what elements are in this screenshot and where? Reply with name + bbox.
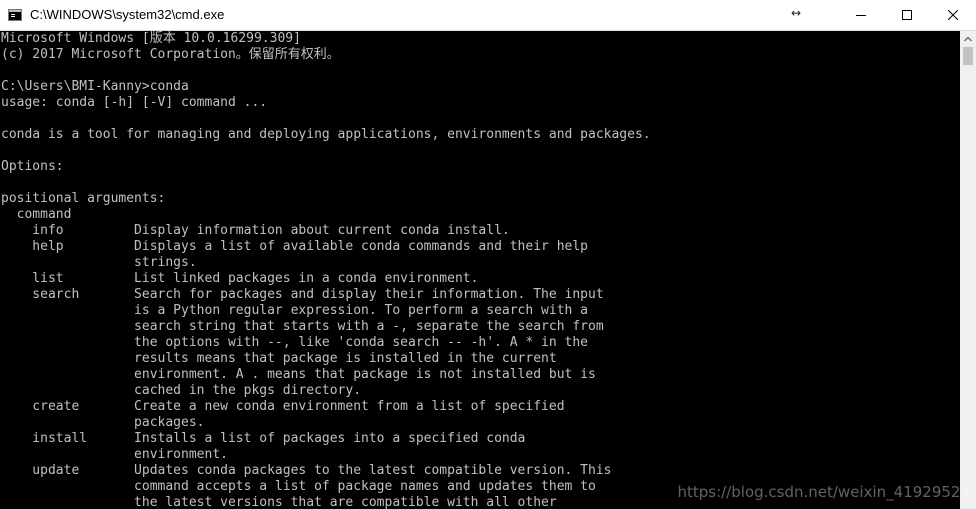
close-button[interactable]	[930, 0, 976, 30]
console-line: create Create a new conda environment fr…	[1, 399, 565, 414]
vertical-scrollbar[interactable]	[960, 31, 976, 509]
maximize-button[interactable]	[884, 0, 930, 30]
console-line: environment.	[1, 447, 228, 462]
console-line: update Updates conda packages to the lat…	[1, 463, 612, 478]
console-line: command	[1, 207, 72, 222]
scroll-up-button[interactable]	[960, 31, 976, 47]
console-line: C:\Users\BMI-Kanny>conda	[1, 79, 189, 94]
console-line: conda is a tool for managing and deployi…	[1, 127, 651, 142]
console-line: Options:	[1, 159, 64, 174]
console-line: cached in the pkgs directory.	[1, 383, 362, 398]
console-line: packages.	[1, 415, 205, 430]
console-line: install Installs a list of packages into…	[1, 431, 526, 446]
double-arrow-icon: ↔	[791, 6, 802, 20]
console-line: search Search for packages and display t…	[1, 287, 604, 302]
minimize-button[interactable]	[838, 0, 884, 30]
console-line: usage: conda [-h] [-V] command ...	[1, 95, 268, 110]
console-line: help Displays a list of available conda …	[1, 239, 588, 254]
console-line: command accepts a list of package names …	[1, 479, 596, 494]
console-line: environment. A . means that package is n…	[1, 367, 596, 382]
console-line: the latest versions that are compatible …	[1, 495, 557, 509]
console-output-area[interactable]: Microsoft Windows [版本 10.0.16299.309] (c…	[0, 31, 960, 509]
watermark-url: https://blog.csdn.net/weixin_41929524	[677, 483, 970, 501]
console-line: results means that package is installed …	[1, 351, 557, 366]
console-line: (c) 2017 Microsoft Corporation。保留所有权利。	[1, 47, 340, 62]
console-line: is a Python regular expression. To perfo…	[1, 303, 588, 318]
console-line: list List linked packages in a conda env…	[1, 271, 479, 286]
console-line: search string that starts with a -, sepa…	[1, 319, 604, 334]
window-title: C:\WINDOWS\system32\cmd.exe	[30, 7, 225, 22]
console-line: strings.	[1, 255, 197, 270]
console-line: the options with --, like 'conda search …	[1, 335, 588, 350]
console-line: positional arguments:	[1, 191, 166, 206]
chevron-up-icon	[964, 36, 972, 42]
maximize-icon	[902, 10, 912, 20]
console-text: Microsoft Windows [版本 10.0.16299.309] (c…	[0, 31, 960, 509]
console-line: info Display information about current c…	[1, 223, 510, 238]
close-icon	[948, 10, 958, 20]
console-icon[interactable]	[8, 9, 22, 21]
title-bar[interactable]: C:\WINDOWS\system32\cmd.exe ↔	[0, 0, 976, 31]
console-line: Microsoft Windows [版本 10.0.16299.309]	[1, 31, 301, 46]
scroll-thumb[interactable]	[963, 47, 973, 65]
minimize-icon	[856, 15, 866, 16]
